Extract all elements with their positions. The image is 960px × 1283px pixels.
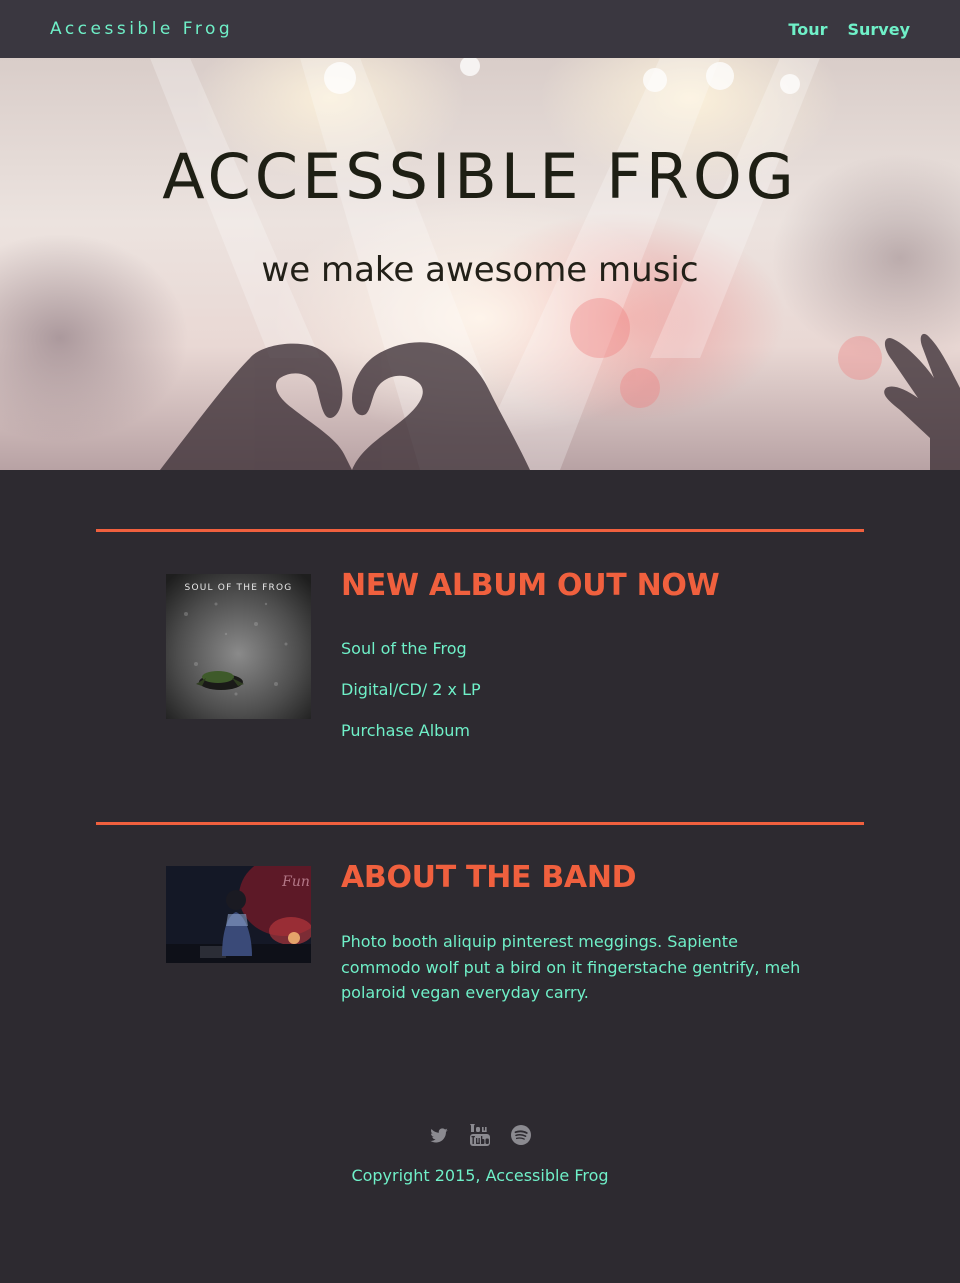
spotify-icon[interactable] (511, 1124, 531, 1146)
nav-link-tour[interactable]: Tour (788, 20, 827, 39)
hero-banner: ACCESSIBLE FROG we make awesome music (0, 58, 960, 470)
about-text: Photo booth aliquip pinterest meggings. … (341, 932, 801, 1002)
social-links (0, 1124, 960, 1146)
nav-link-survey[interactable]: Survey (847, 20, 910, 39)
nav-links: Tour Survey (788, 20, 910, 39)
band-photo-image: Fun (166, 866, 311, 963)
hero-title: ACCESSIBLE FROG (162, 140, 798, 213)
svg-text:SOUL OF THE FROG: SOUL OF THE FROG (185, 583, 293, 593)
twitter-icon[interactable] (429, 1124, 449, 1146)
album-cover-image: SOUL OF THE FROG (166, 574, 311, 719)
svg-text:Fun: Fun (281, 874, 310, 890)
section-divider-about (96, 822, 864, 825)
brand-link[interactable]: Accessible Frog (50, 19, 233, 39)
about-heading: ABOUT THE BAND (341, 860, 637, 895)
youtube-icon[interactable] (470, 1124, 490, 1146)
album-name: Soul of the Frog (341, 639, 467, 658)
album-heading: NEW ALBUM OUT NOW (341, 568, 720, 603)
hero-subtitle: we make awesome music (261, 250, 699, 290)
top-navbar: Accessible Frog Tour Survey (0, 0, 960, 58)
purchase-album-link[interactable]: Purchase Album (341, 721, 470, 740)
album-formats: Digital/CD/ 2 x LP (341, 680, 481, 699)
copyright-text: Copyright 2015, Accessible Frog (351, 1166, 609, 1185)
section-divider-album (96, 529, 864, 532)
